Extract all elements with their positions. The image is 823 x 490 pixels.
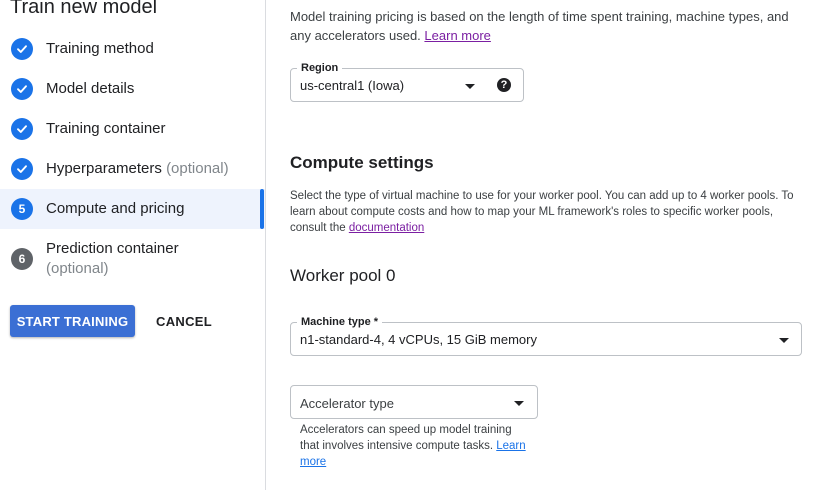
check-circle-icon bbox=[11, 118, 33, 140]
step-label: Training container bbox=[46, 120, 166, 137]
compute-settings-heading: Compute settings bbox=[290, 153, 434, 172]
arrow-drop-down-icon bbox=[779, 338, 789, 343]
accelerator-help-text: Accelerators can speed up model training… bbox=[300, 424, 526, 468]
arrow-drop-down-icon bbox=[465, 84, 475, 89]
region-label: Region bbox=[297, 61, 343, 75]
step-training-container[interactable]: Training container bbox=[0, 118, 265, 140]
cancel-button[interactable]: CANCEL bbox=[150, 305, 218, 337]
step-hyperparameters[interactable]: Hyperparameters (optional) bbox=[0, 158, 265, 180]
step-model-details[interactable]: Model details bbox=[0, 78, 265, 100]
step-label: Model details bbox=[46, 80, 135, 97]
pricing-info: Model training pricing is based on the l… bbox=[290, 9, 789, 43]
machine-type-value: n1-standard-4, 4 vCPUs, 15 GiB memory bbox=[300, 332, 537, 347]
main-content: Model training pricing is based on the l… bbox=[267, 0, 823, 490]
pricing-learn-more-link[interactable]: Learn more bbox=[424, 28, 490, 43]
active-step-indicator bbox=[260, 189, 264, 229]
compute-settings-description: Select the type of virtual machine to us… bbox=[290, 190, 794, 234]
app-root: Train new model Training method Model de… bbox=[0, 0, 823, 490]
arrow-drop-down-icon bbox=[514, 401, 524, 406]
worker-pool-heading: Worker pool 0 bbox=[290, 266, 396, 285]
check-circle-icon bbox=[11, 38, 33, 60]
step-label: Prediction container (optional) bbox=[46, 240, 179, 277]
step-label: Compute and pricing bbox=[46, 200, 185, 217]
documentation-link[interactable]: documentation bbox=[349, 222, 424, 234]
step-training-method[interactable]: Training method bbox=[0, 38, 265, 60]
check-circle-icon bbox=[11, 78, 33, 100]
page-title: Train new model bbox=[10, 0, 158, 18]
machine-type-label: Machine type * bbox=[297, 315, 383, 329]
optional-tag: (optional) bbox=[166, 160, 229, 177]
start-training-button[interactable]: START TRAINING bbox=[10, 305, 135, 337]
optional-tag: (optional) bbox=[46, 260, 109, 277]
accelerator-type-placeholder: Accelerator type bbox=[300, 396, 394, 411]
region-value: us-central1 (Iowa) bbox=[300, 78, 405, 93]
help-icon[interactable]: ? bbox=[497, 78, 511, 92]
region-select[interactable]: Region us-central1 (Iowa) ? bbox=[290, 61, 524, 102]
step-label: Training method bbox=[46, 40, 154, 57]
check-circle-icon bbox=[11, 158, 33, 180]
machine-type-select[interactable]: Machine type * n1-standard-4, 4 vCPUs, 1… bbox=[290, 315, 802, 356]
step-number-badge: 5 bbox=[11, 198, 33, 220]
accelerator-type-select[interactable]: Accelerator type bbox=[290, 385, 538, 419]
step-label: Hyperparameters (optional) bbox=[46, 160, 229, 177]
stepper-panel: Train new model Training method Model de… bbox=[0, 0, 266, 490]
step-prediction-container[interactable]: 6 Prediction container (optional) bbox=[0, 238, 265, 280]
step-compute-and-pricing[interactable]: 5 Compute and pricing bbox=[0, 189, 265, 229]
step-number-badge: 6 bbox=[11, 248, 33, 270]
